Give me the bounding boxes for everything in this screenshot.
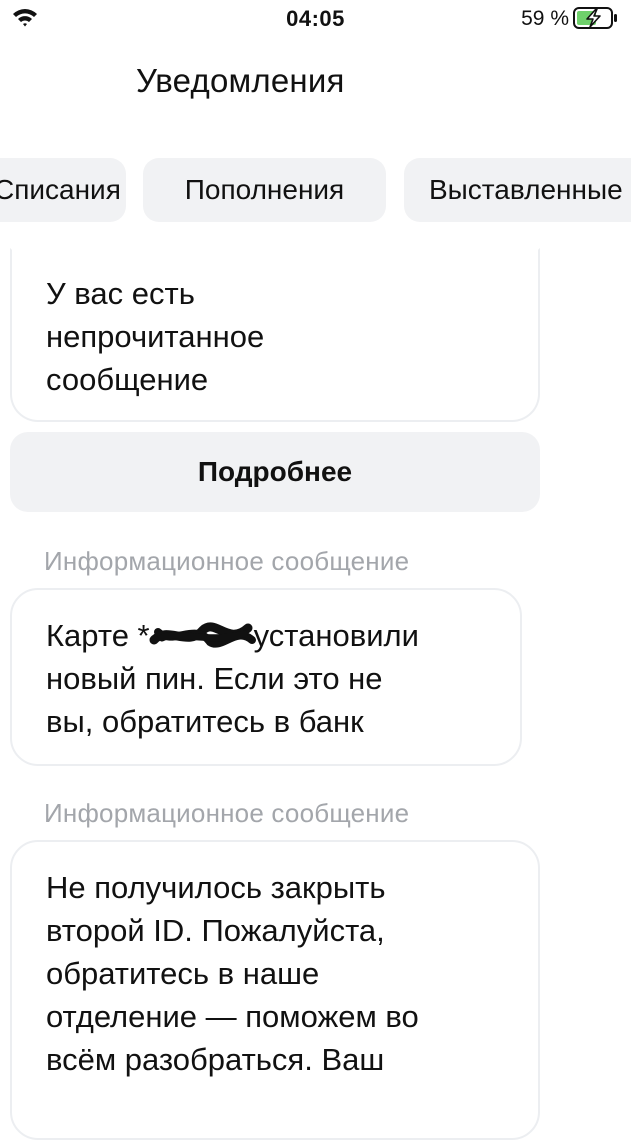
page-title: Уведомления xyxy=(136,62,345,99)
message-bubble: Не получилось закрыть второй ID. Пожалуй… xyxy=(10,840,540,1140)
filter-tabs: Списания Пополнения Выставленные xyxy=(0,158,631,222)
message-type-label: Информационное сообщение xyxy=(44,798,410,828)
message-text-start: Карте * xyxy=(46,618,150,653)
tab-debits[interactable]: Списания xyxy=(0,158,126,222)
message-bubble: У вас есть непрочитанное сообщение xyxy=(10,248,540,422)
battery-percent: 59 % xyxy=(521,7,569,30)
details-button[interactable]: Подробнее xyxy=(10,432,540,512)
message-bubble: Карте * установили новый пин. Если это н… xyxy=(10,588,522,766)
message-type-label: Информационное сообщение xyxy=(44,546,410,576)
redaction-scribble-icon xyxy=(149,622,256,648)
battery-charging-icon xyxy=(573,7,617,29)
tab-invoices[interactable]: Выставленные xyxy=(404,158,631,222)
status-bar: 04:05 59 % xyxy=(0,0,631,40)
tab-top-ups[interactable]: Пополнения xyxy=(143,158,386,222)
